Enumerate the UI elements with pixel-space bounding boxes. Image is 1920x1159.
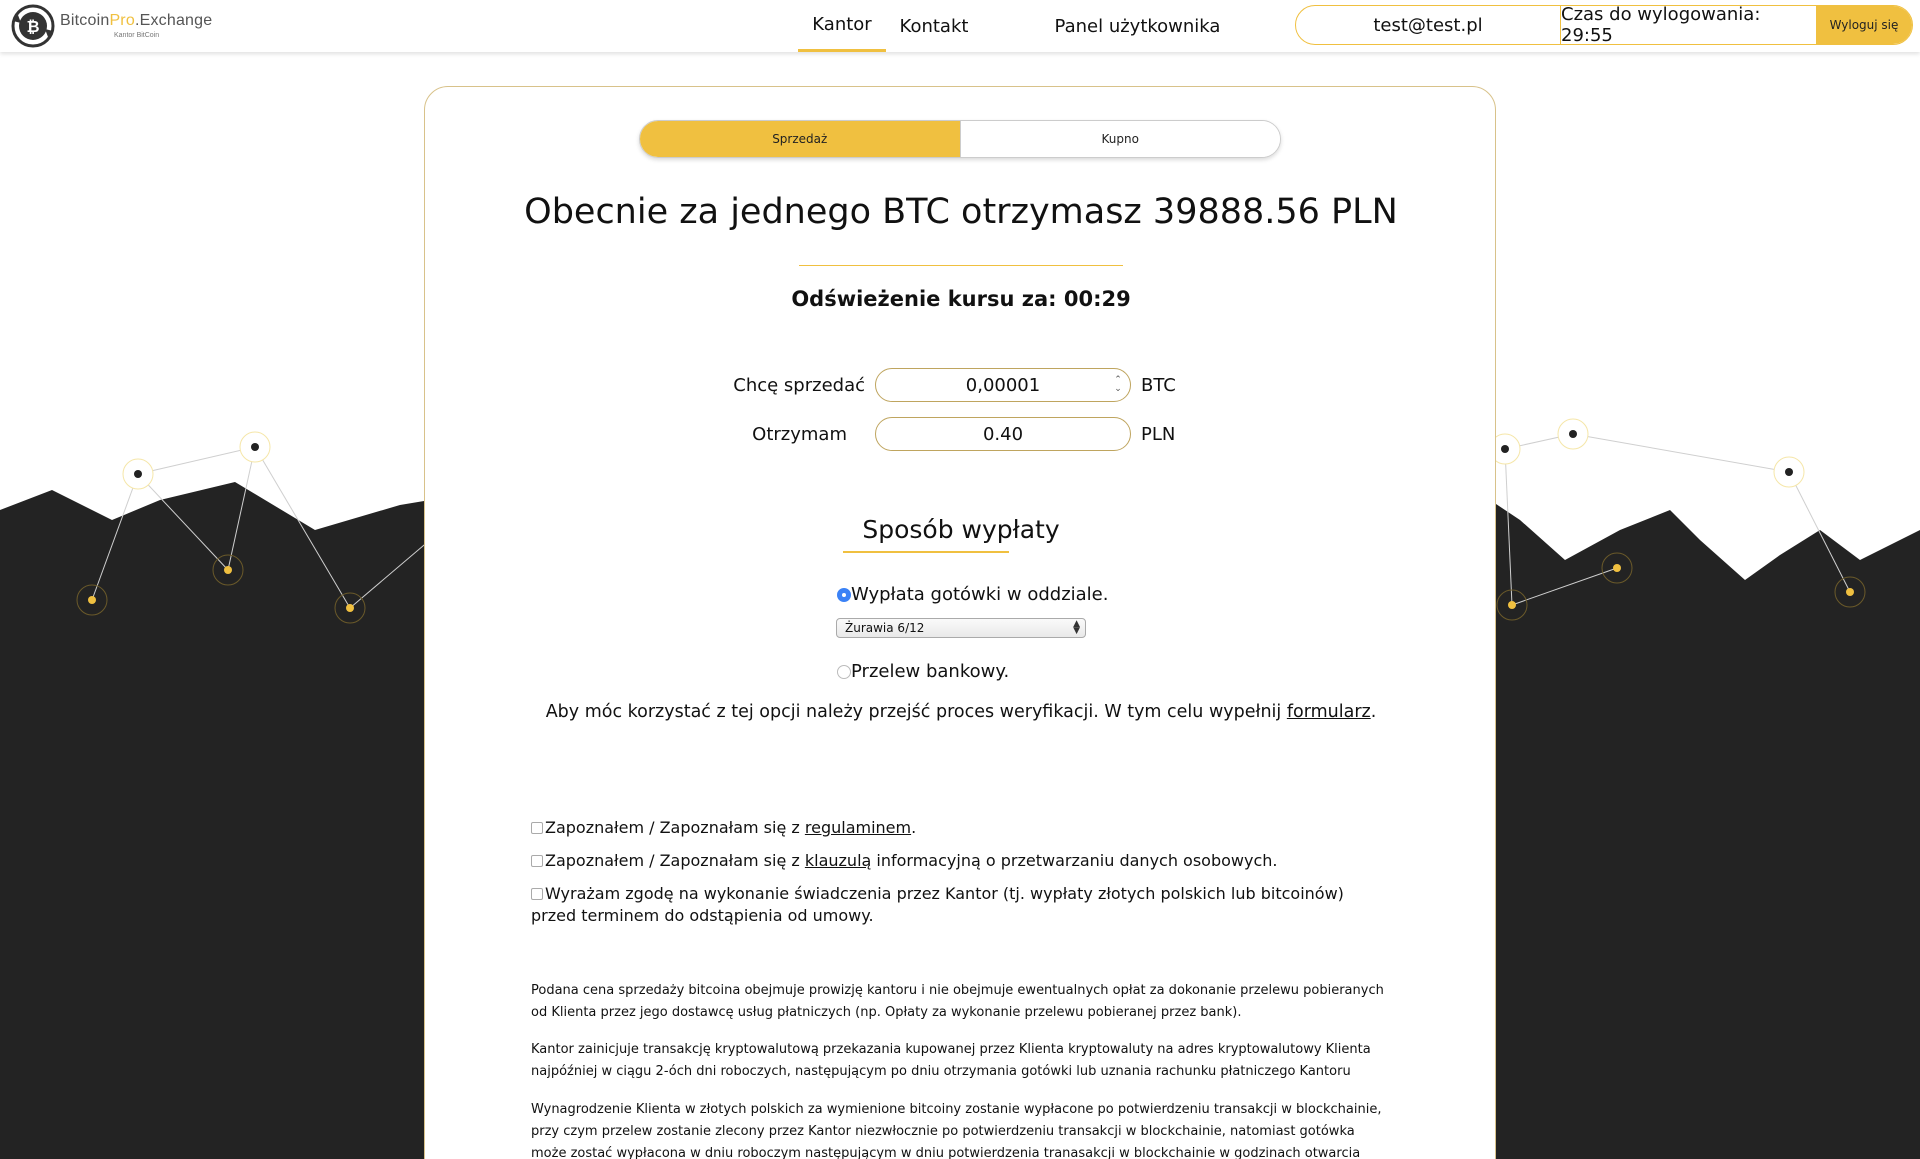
cash-option-label: Wypłata gotówki w oddziale. (851, 584, 1109, 605)
transfer-option-label: Przelew bankowy. (851, 661, 1010, 682)
terms-link[interactable]: regulaminem (805, 818, 911, 837)
rate-refresh-countdown: Odświeżenie kursu za: 00:29 (791, 287, 1131, 311)
receive-amount-value: 0.40 (982, 423, 1024, 445)
branch-selected-value: Żurawia 6/12 (845, 621, 925, 635)
verification-text-end: . (1370, 702, 1377, 722)
receive-amount-field[interactable]: 0.40 (875, 417, 1131, 451)
nav-link-kontakt[interactable]: Kontakt (895, 0, 973, 52)
logo-text-exchange: .Exchange (134, 12, 213, 29)
payout-method-title: Sposób wypłaty (862, 515, 1060, 544)
nav-link-panel-uzytkownika[interactable]: Panel użytkownika (1050, 0, 1225, 52)
consent-terms-checkbox[interactable] (531, 822, 543, 834)
select-arrows-icon: ▲ ▼ (1073, 619, 1080, 636)
branch-select[interactable]: Żurawia 6/12 ▲ ▼ (836, 618, 1086, 638)
fine-print-payout: Wynagrodzenie Klienta w złotych polskich… (531, 1102, 1382, 1159)
sell-amount-row: Chcę sprzedać 0,00001 ⌃ ⌄ BTC (725, 368, 1176, 402)
bitcoin-logo-icon: ₿ (11, 4, 55, 48)
consent-privacy-end: informacyjną o przetwarzaniu danych osob… (871, 851, 1278, 870)
sell-amount-label: Chcę sprzedać (733, 374, 865, 396)
svg-text:₿: ₿ (26, 17, 39, 36)
verification-info: Aby móc korzystać z tej opcji należy prz… (425, 702, 1497, 722)
consent-terms-end: . (911, 818, 917, 837)
receive-unit: PLN (1141, 423, 1176, 445)
transaction-type-tabs: Sprzedaż Kupno (639, 120, 1281, 158)
cash-radio-button[interactable] (837, 587, 851, 602)
headline-divider (799, 265, 1123, 266)
payout-title-underline (843, 551, 1009, 553)
payout-option-transfer[interactable]: Przelew bankowy. (837, 661, 1009, 682)
verification-form-link[interactable]: formularz (1287, 702, 1371, 722)
logo-text-bitcoin: Bitcoin (60, 12, 110, 29)
consent-early-performance-text: Wyrażam zgodę na wykonanie świadczenia p… (531, 884, 1344, 925)
fine-print-transaction: Kantor zainicjuje transakcję kryptowalut… (531, 1042, 1371, 1079)
payout-option-cash[interactable]: Wypłata gotówki w oddziale. (837, 584, 1108, 605)
logout-button[interactable]: Wyloguj się (1816, 6, 1912, 44)
transfer-radio-button[interactable] (837, 664, 851, 679)
sell-amount-value: 0,00001 (965, 374, 1041, 396)
user-email: test@test.pl (1296, 6, 1561, 44)
sell-amount-input[interactable]: 0,00001 ⌃ ⌄ (875, 368, 1131, 402)
tab-sprzedaz[interactable]: Sprzedaż (640, 121, 960, 157)
logout-timer: Czas do wylogowania: 29:55 (1561, 5, 1761, 45)
exchange-card: Sprzedaż Kupno Obecnie za jednego BTC ot… (424, 86, 1496, 1159)
consent-terms-text: Zapoznałem / Zapoznałam się z (545, 818, 805, 837)
logo-text-pro: Pro (109, 12, 135, 29)
fine-print-fees: Podana cena sprzedaży bitcoina obejmuje … (531, 983, 1384, 1020)
tab-kupno[interactable]: Kupno (959, 121, 1280, 157)
logo-subtitle: Kantor BitCoin (114, 32, 160, 39)
nav-link-kantor[interactable]: Kantor (798, 0, 886, 52)
sell-unit: BTC (1141, 374, 1176, 396)
verification-text: Aby móc korzystać z tej opcji należy prz… (545, 702, 1287, 722)
consent-early-performance-checkbox[interactable] (531, 888, 543, 900)
user-session-box: test@test.pl Czas do wylogowania: 29:55 … (1295, 5, 1913, 45)
site-logo[interactable]: ₿ BitcoinPro.Exchange Kantor BitCoin (10, 3, 220, 49)
exchange-rate-headline: Obecnie za jednego BTC otrzymasz 39888.5… (524, 192, 1398, 232)
consent-privacy-text: Zapoznałem / Zapoznałam się z (545, 851, 805, 870)
consent-terms: Zapoznałem / Zapoznałam się z regulamine… (531, 817, 1391, 839)
top-navigation-bar: ₿ BitcoinPro.Exchange Kantor BitCoin Kan… (0, 0, 1920, 52)
privacy-clause-link[interactable]: klauzulą (805, 851, 871, 870)
consent-privacy: Zapoznałem / Zapoznałam się z klauzulą i… (531, 850, 1391, 872)
consent-early-performance: Wyrażam zgodę na wykonanie świadczenia p… (531, 883, 1391, 927)
number-stepper-icon[interactable]: ⌃ ⌄ (1114, 376, 1122, 394)
receive-amount-label: Otrzymam (752, 423, 847, 445)
receive-amount-row: Otrzymam 0.40 PLN (725, 417, 1175, 451)
page: ₿ BitcoinPro.Exchange Kantor BitCoin Kan… (0, 0, 1920, 1159)
consent-privacy-checkbox[interactable] (531, 855, 543, 867)
